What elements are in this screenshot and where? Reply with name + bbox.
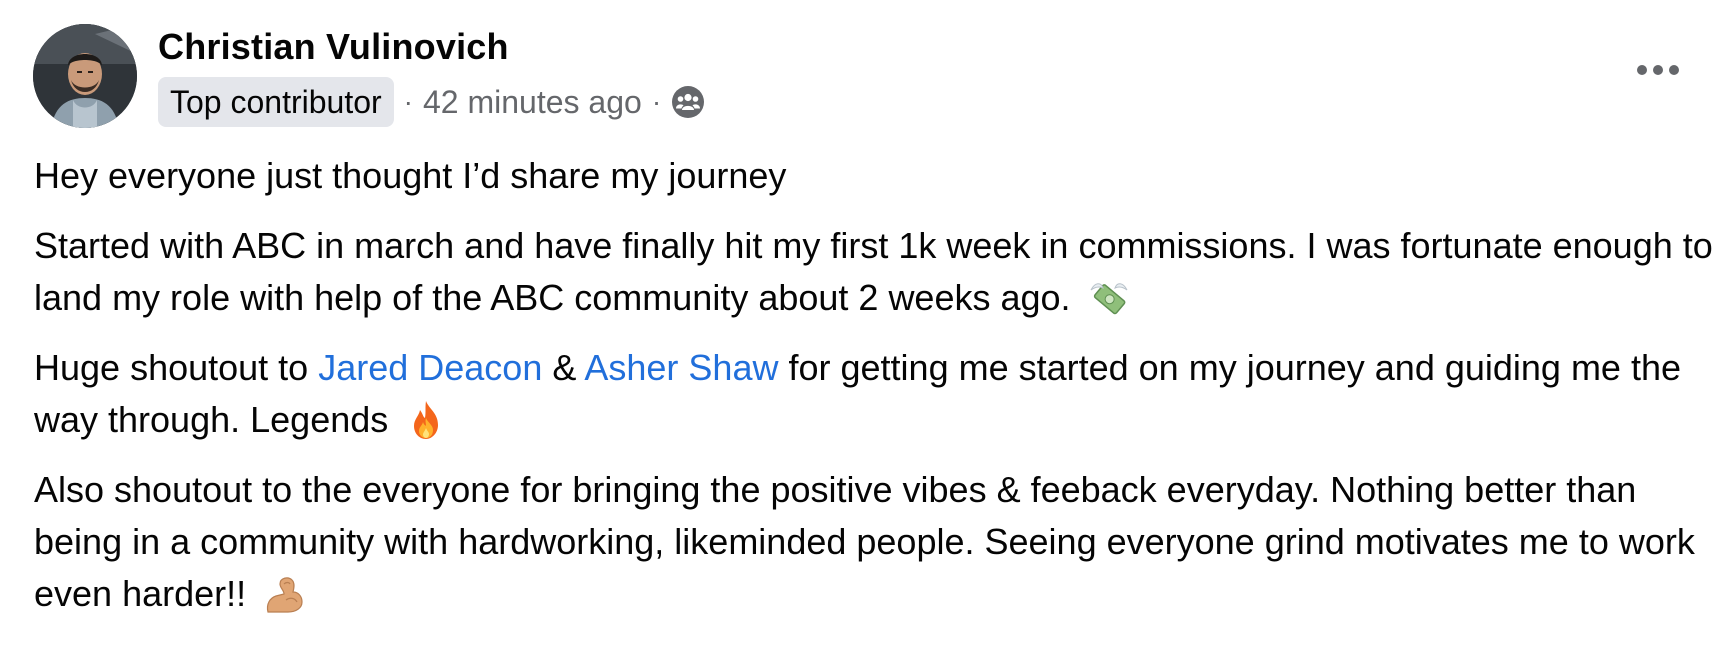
more-options-icon [1637,65,1679,75]
post-body: Hey everyone just thought I’d share my j… [34,150,1714,638]
fire-emoji [404,398,448,442]
paragraph-text: Started with ABC in march and have final… [34,225,1713,318]
post-card: Christian Vulinovich Top contributor · 4… [0,0,1736,652]
meta-separator: · [403,86,413,117]
avatar-photo [33,24,137,128]
paragraph-text: Huge shoutout to [34,347,319,388]
mention-asher-shaw[interactable]: Asher Shaw [584,347,778,388]
more-options-button[interactable] [1628,52,1688,88]
author-avatar[interactable] [33,24,137,128]
post-paragraph: Hey everyone just thought I’d share my j… [34,150,1714,202]
post-paragraph: Started with ABC in march and have final… [34,220,1714,324]
paragraph-text: Hey everyone just thought I’d share my j… [34,155,787,196]
group-audience-icon[interactable] [671,85,705,119]
post-timestamp[interactable]: 42 minutes ago [423,84,642,121]
author-name[interactable]: Christian Vulinovich [158,26,509,68]
paragraph-text: & [542,347,585,388]
post-meta: Top contributor · 42 minutes ago · [158,77,705,127]
meta-separator: · [651,86,662,117]
post-paragraph: Huge shoutout to Jared Deacon & Asher Sh… [34,342,1714,446]
money-with-wings-emoji [1087,276,1131,320]
mention-jared-deacon[interactable]: Jared Deacon [318,347,542,388]
top-contributor-badge[interactable]: Top contributor [158,77,394,127]
flexed-biceps-emoji [262,572,306,616]
post-paragraph: Also shoutout to the everyone for bringi… [34,464,1714,620]
